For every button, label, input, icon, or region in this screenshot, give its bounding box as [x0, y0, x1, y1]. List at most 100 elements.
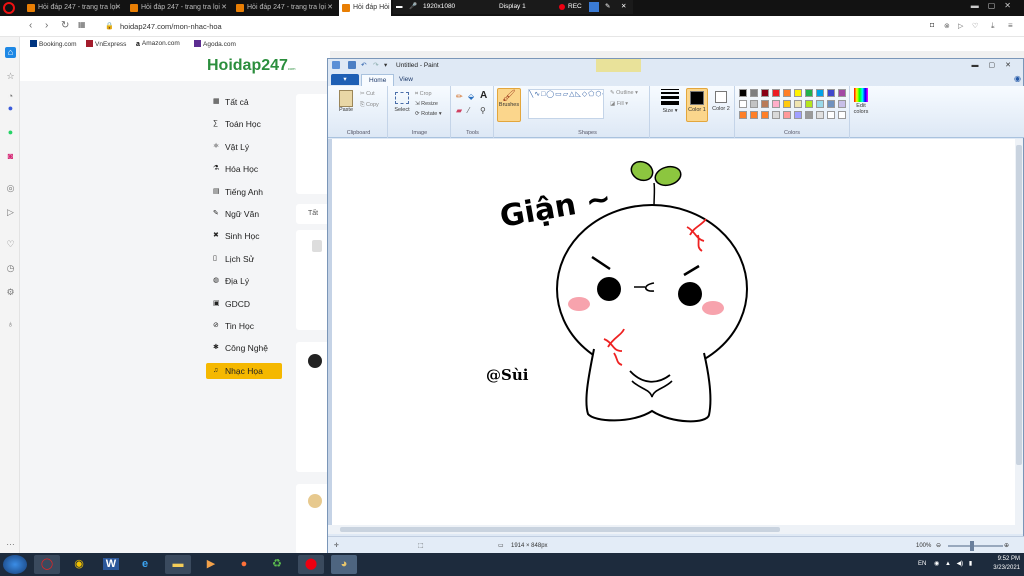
palette-swatch[interactable] — [739, 89, 747, 97]
color-picker-icon[interactable]: ⁄ — [468, 106, 469, 115]
subject-item[interactable]: ⚗ Hóa Học — [206, 158, 284, 180]
palette-swatch[interactable] — [750, 111, 758, 119]
palette-swatch[interactable] — [783, 89, 791, 97]
firefox-taskbar-icon[interactable]: ● — [231, 555, 257, 574]
brushes-button[interactable]: 🖌 Brushes — [497, 88, 521, 122]
cut-button[interactable]: ✂ Cut — [360, 91, 375, 97]
paint-window-controls[interactable]: ▬▢✕ — [972, 59, 1021, 72]
eraser-icon[interactable]: ▰ — [456, 106, 462, 115]
clock-icon[interactable]: ◔ — [5, 91, 16, 102]
palette-swatch[interactable] — [838, 100, 846, 108]
subject-item[interactable]: ▤ Tiếng Anh — [206, 181, 284, 203]
bookmark-item[interactable]: Booking.com — [30, 40, 77, 48]
back-icon[interactable]: ‹ — [29, 20, 32, 31]
close-tab-icon[interactable]: ✕ — [115, 0, 121, 16]
ie-taskbar-icon[interactable]: e — [132, 555, 158, 574]
lightbulb-icon[interactable]: ♁ — [5, 319, 16, 330]
send-icon[interactable]: ▷ — [958, 22, 963, 30]
crop-button[interactable]: ⌗ Crop — [415, 91, 432, 98]
palette-swatch[interactable] — [761, 100, 769, 108]
rec-label[interactable]: REC — [568, 0, 582, 14]
subject-item[interactable]: ▯ Lịch Sử — [206, 248, 284, 270]
palette-swatch[interactable] — [739, 111, 747, 119]
bookmark-item[interactable]: VnExpress — [86, 40, 126, 48]
paste-button[interactable]: Paste — [334, 90, 358, 113]
palette-swatch[interactable] — [805, 89, 813, 97]
palette-swatch[interactable] — [783, 111, 791, 119]
text-icon[interactable]: A — [480, 90, 487, 101]
color1-button[interactable]: Color 1 — [686, 88, 708, 122]
display-label[interactable]: Display 1 — [499, 0, 526, 14]
tab-view[interactable]: View — [392, 74, 420, 86]
rotate-button[interactable]: ⟳ Rotate ▾ — [415, 111, 442, 117]
chrome-taskbar-icon[interactable]: ◉ — [66, 555, 92, 574]
app-taskbar-icon[interactable]: ♻ — [264, 555, 290, 574]
close-tab-icon[interactable]: ✕ — [221, 0, 227, 16]
browser-tab[interactable]: Hỏi đáp 247 - trang tra lọi ✕ — [24, 0, 124, 16]
menu-icon[interactable]: ≡ — [1008, 21, 1013, 30]
vertical-scrollbar[interactable] — [1015, 139, 1023, 534]
palette-swatch[interactable] — [816, 111, 824, 119]
palette-swatch[interactable] — [794, 89, 802, 97]
more-icon[interactable]: … — [5, 537, 16, 548]
subject-item[interactable]: ∑ Toán Học — [206, 113, 284, 135]
palette-swatch[interactable] — [805, 111, 813, 119]
palette-swatch[interactable] — [827, 89, 835, 97]
outline-button[interactable]: ✎ Outline ▾ — [610, 90, 638, 96]
vertical-scroll-thumb[interactable] — [1016, 145, 1022, 465]
mic-icon[interactable]: 🎤 — [409, 0, 417, 14]
palette-swatch[interactable] — [772, 111, 780, 119]
question-card[interactable] — [296, 484, 330, 554]
redo-icon[interactable]: ↷ — [373, 59, 381, 69]
horizontal-scrollbar[interactable] — [328, 525, 1017, 534]
palette-swatch[interactable] — [838, 111, 846, 119]
subject-item-active[interactable]: ♫ Nhạc Họa — [206, 362, 282, 379]
save-icon[interactable] — [348, 61, 356, 69]
file-menu-button[interactable]: ▾ — [331, 74, 359, 85]
copy-button[interactable]: ⎘ Copy — [360, 102, 379, 109]
reload-icon[interactable]: ↻ — [61, 20, 69, 31]
whatsapp-icon[interactable]: ● — [5, 127, 16, 138]
question-card[interactable] — [296, 230, 330, 330]
recorder-taskbar-icon[interactable]: ⬤ — [298, 555, 324, 574]
zoom-slider[interactable] — [948, 545, 1003, 547]
palette-swatch[interactable] — [794, 100, 802, 108]
subject-item[interactable]: ▣ GDCD — [206, 293, 284, 315]
explorer-taskbar-icon[interactable]: ▬ — [165, 555, 191, 574]
palette-swatch[interactable] — [750, 100, 758, 108]
palette-swatch[interactable] — [816, 89, 824, 97]
help-icon[interactable]: ◉ — [934, 561, 939, 567]
palette-swatch[interactable] — [761, 111, 769, 119]
volume-icon[interactable]: ◀) — [957, 561, 964, 567]
color2-button[interactable]: Color 2 — [710, 88, 732, 122]
opera-taskbar-icon[interactable]: ◯ — [34, 555, 60, 574]
history-icon[interactable]: ◷ — [5, 263, 16, 274]
notification-icon[interactable]: ▲ — [945, 561, 951, 567]
palette-swatch[interactable] — [827, 100, 835, 108]
pen-icon[interactable]: ✎ — [605, 0, 610, 14]
quick-access-dropdown-icon[interactable]: ▾ — [384, 59, 392, 69]
subject-item[interactable]: ▦ Tất cả — [206, 91, 284, 113]
tabs-grid-icon[interactable]: ▦ — [78, 20, 86, 29]
size-button[interactable]: Size ▾ — [658, 89, 682, 114]
language-indicator[interactable]: EN — [918, 561, 926, 567]
palette-swatch[interactable] — [750, 89, 758, 97]
media-taskbar-icon[interactable]: ▶ — [198, 555, 224, 574]
horizontal-scroll-thumb[interactable] — [340, 527, 780, 532]
download-icon[interactable]: ⤓ — [991, 21, 995, 31]
palette-swatch[interactable] — [816, 100, 824, 108]
palette-swatch[interactable] — [772, 100, 780, 108]
settings-icon[interactable]: ⚙ — [5, 287, 16, 298]
undo-icon[interactable]: ↶ — [361, 59, 369, 69]
player-icon[interactable]: ◎ — [5, 183, 16, 194]
pencil-icon[interactable]: ✏ — [456, 92, 463, 101]
palette-swatch[interactable] — [794, 111, 802, 119]
minimize-overlay-icon[interactable]: ▬ — [396, 0, 403, 14]
help-icon[interactable]: ◉ — [1014, 74, 1021, 83]
start-button[interactable] — [3, 555, 27, 574]
subject-item[interactable]: ◍ Địa Lý — [206, 270, 284, 292]
resize-button[interactable]: ⇲ Resize — [415, 101, 438, 107]
select-button[interactable]: Select — [391, 90, 413, 113]
subject-item[interactable]: ✎ Ngữ Văn — [206, 203, 284, 225]
palette-swatch[interactable] — [827, 111, 835, 119]
